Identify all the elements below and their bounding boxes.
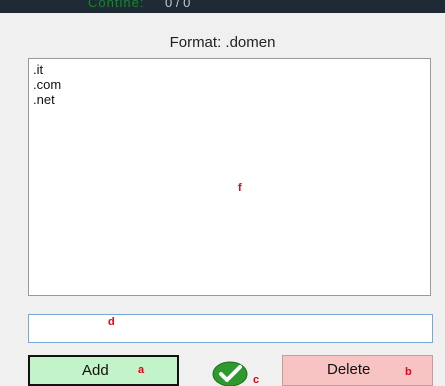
marker-b: b xyxy=(405,366,412,378)
marker-a: a xyxy=(138,364,145,376)
marker-c: c xyxy=(253,374,260,386)
domain-listbox[interactable]: .it .com .net f xyxy=(28,58,431,296)
list-item[interactable]: .com xyxy=(33,77,61,92)
marker-d: d xyxy=(108,316,115,328)
add-button-label: Add xyxy=(82,362,109,379)
add-button[interactable]: Add a xyxy=(28,355,179,386)
top-status-strip: Contine: 0 / 0 xyxy=(0,0,445,13)
top-status-value: 0 / 0 xyxy=(165,0,191,10)
domain-list: .it .com .net xyxy=(33,62,61,107)
list-item[interactable]: .net xyxy=(33,92,61,107)
top-status-text: Contine: xyxy=(88,0,145,10)
domain-input[interactable]: d xyxy=(28,314,433,343)
delete-button-label: Delete xyxy=(327,361,371,378)
format-label: Format: .domen xyxy=(169,34,276,51)
list-item[interactable]: .it xyxy=(33,62,61,77)
marker-f: f xyxy=(238,182,242,194)
delete-button[interactable]: Delete b xyxy=(282,355,433,386)
check-circle-icon[interactable] xyxy=(212,360,250,386)
